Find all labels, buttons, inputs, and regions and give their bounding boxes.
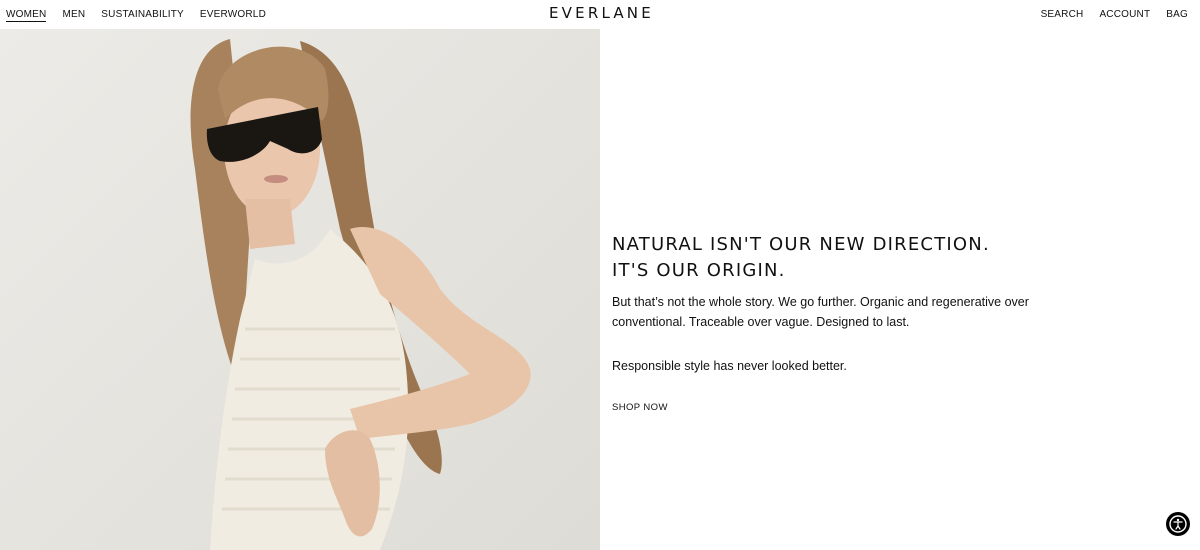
nav-women[interactable]: WOMEN: [6, 0, 47, 29]
hero-image[interactable]: [0, 29, 600, 550]
hero-photo-illustration: [190, 39, 531, 550]
site-header: WOMEN MEN SUSTAINABILITY EVERWORLD EVERL…: [0, 0, 1200, 29]
primary-nav: WOMEN MEN SUSTAINABILITY EVERWORLD: [6, 0, 266, 29]
nav-sustainability[interactable]: SUSTAINABILITY: [101, 0, 184, 29]
hero-body-text: But that’s not the whole story. We go fu…: [612, 295, 1029, 329]
bag-link[interactable]: BAG: [1166, 0, 1188, 29]
headline-line-1: NATURAL ISN'T OUR NEW DIRECTION.: [612, 234, 990, 255]
accessibility-icon: [1169, 515, 1187, 533]
shop-now-link[interactable]: SHOP NOW: [612, 402, 668, 413]
brand-logo[interactable]: EVERLANE: [549, 4, 654, 22]
hero-headline: NATURAL ISN'T OUR NEW DIRECTION. IT'S OU…: [612, 232, 1052, 284]
utility-nav: SEARCH ACCOUNT BAG: [1041, 0, 1188, 29]
hero-content: NATURAL ISN'T OUR NEW DIRECTION. IT'S OU…: [612, 232, 1052, 415]
hero-tagline: Responsible style has never looked bette…: [612, 359, 847, 373]
nav-everworld[interactable]: EVERWORLD: [200, 0, 266, 29]
search-link[interactable]: SEARCH: [1041, 0, 1084, 29]
account-link[interactable]: ACCOUNT: [1099, 0, 1150, 29]
headline-line-2: IT'S OUR ORIGIN.: [612, 260, 786, 281]
accessibility-button[interactable]: [1166, 512, 1190, 536]
nav-men[interactable]: MEN: [62, 0, 85, 29]
